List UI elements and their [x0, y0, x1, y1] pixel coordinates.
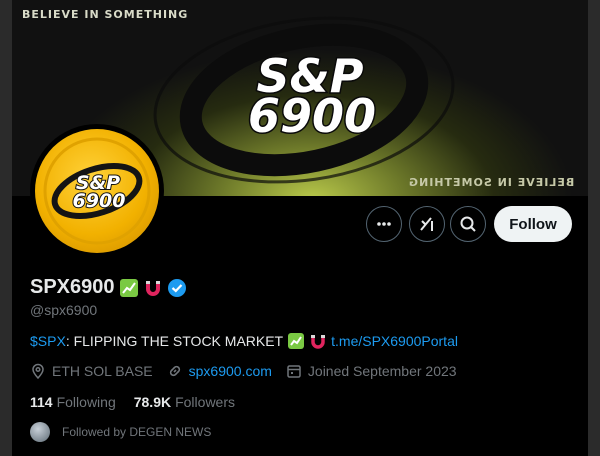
bio-telegram-link[interactable]: t.me/SPX6900Portal [331, 333, 458, 349]
followed-by-text: Followed by DEGEN NEWS [62, 425, 212, 439]
joined-item: Joined September 2023 [286, 363, 457, 379]
followed-by-row[interactable]: Followed by DEGEN NEWS [30, 422, 211, 442]
verified-badge-icon[interactable] [167, 278, 187, 298]
followers-count: 78.9K [133, 394, 172, 410]
banner-tagline-top: BELIEVE IN SOMETHING [22, 8, 189, 21]
calendar-icon [287, 365, 301, 378]
more-button[interactable] [366, 206, 402, 242]
following-count-link[interactable]: 114 Following [30, 394, 116, 410]
followers-label: Followers [175, 394, 235, 410]
following-count: 114 [30, 394, 53, 410]
profile-handle: @spx6900 [30, 302, 98, 318]
profile-meta: ETH SOL BASE spx6900.com Joined Septembe… [30, 363, 471, 379]
grok-button[interactable] [409, 206, 445, 242]
avatar-logo-line2: 6900 [73, 190, 126, 212]
banner-tagline-bottom: BELIEVE IN SOMETHING [407, 176, 574, 189]
magnet-emoji-icon [145, 280, 160, 296]
location-item: ETH SOL BASE [30, 363, 153, 379]
search-icon [460, 216, 476, 232]
chart-emoji-icon [288, 333, 305, 349]
search-button[interactable] [450, 206, 486, 242]
website-item: spx6900.com [167, 363, 272, 379]
website-link[interactable]: spx6900.com [189, 363, 272, 379]
follower-avatar [30, 422, 50, 442]
avatar-coin: S&P 6900 [35, 129, 159, 253]
profile-bio: $SPX: FLIPPING THE STOCK MARKET t.me/SPX… [30, 332, 458, 350]
following-label: Following [56, 394, 116, 410]
frame-right [588, 0, 600, 456]
banner-logo-line2: 6900 [248, 89, 376, 143]
chart-emoji-icon [119, 278, 138, 297]
location-text: ETH SOL BASE [52, 363, 153, 379]
bio-cashtag-link[interactable]: $SPX [30, 333, 66, 349]
location-pin-icon [32, 363, 44, 379]
joined-text: Joined September 2023 [307, 363, 457, 379]
magnet-emoji-icon [311, 335, 326, 349]
profile-name-row: SPX6900 [30, 276, 187, 299]
display-name: SPX6900 [30, 276, 115, 298]
avatar-logo-art: S&P 6900 [43, 137, 151, 245]
frame-left [0, 0, 12, 456]
link-icon [169, 365, 180, 377]
profile-avatar[interactable]: S&P 6900 [30, 124, 164, 258]
follow-counts: 114 Following 78.9K Followers [30, 394, 253, 410]
grok-icon [420, 217, 433, 231]
followers-count-link[interactable]: 78.9K Followers [134, 394, 235, 410]
follow-button[interactable]: Follow [494, 206, 572, 242]
more-horizontal-icon [377, 222, 391, 226]
bio-text: : FLIPPING THE STOCK MARKET [65, 333, 284, 349]
